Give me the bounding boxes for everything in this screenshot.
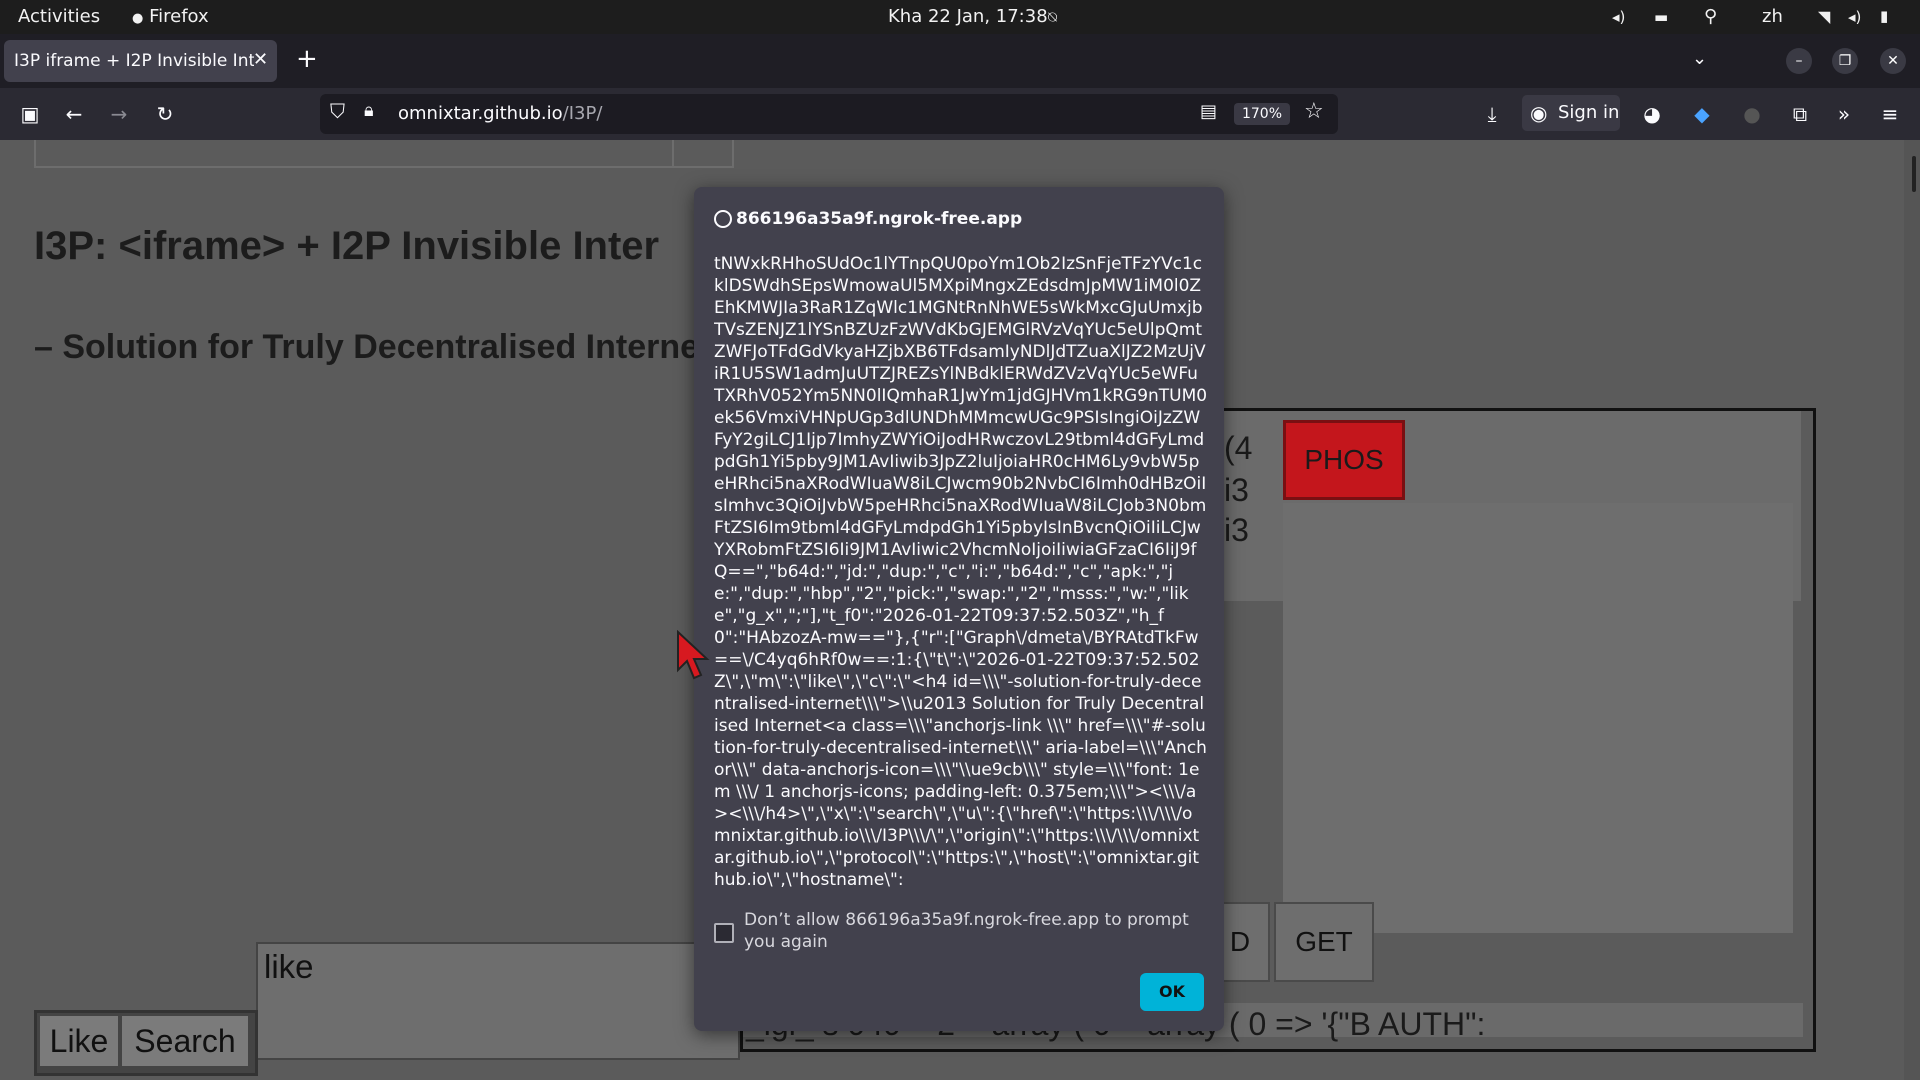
extension-owl-icon[interactable]: ◕: [1636, 98, 1668, 130]
battery-icon[interactable]: ▮: [1880, 7, 1888, 25]
new-tab-icon[interactable]: +: [296, 44, 318, 74]
tab-strip: I3P iframe + I2P Invisible Inte ✕ + ⌄ – …: [0, 34, 1920, 88]
page-title: I3P: <iframe> + I2P Invisible Inter: [34, 224, 660, 268]
tab-title: I3P iframe + I2P Invisible Inte: [14, 51, 254, 71]
iframe-text-fragment: i3: [1224, 512, 1249, 548]
system-top-bar: Activities ● Firefox Kha 22 Jan, 17:38 ⍉…: [0, 0, 1920, 34]
account-icon: ◉: [1530, 101, 1548, 125]
lock-icon[interactable]: 🔒︎: [364, 100, 374, 121]
screen-icon[interactable]: ▬: [1654, 8, 1668, 26]
close-window-icon[interactable]: ✕: [1880, 48, 1906, 74]
sign-in-label: Sign in: [1558, 102, 1620, 123]
clock[interactable]: Kha 22 Jan, 17:38: [888, 6, 1048, 27]
dialog-origin: 866196a35a9f.ngrok-free.app: [714, 209, 1022, 229]
input-divider: [672, 140, 674, 166]
zoom-level[interactable]: 170%: [1234, 103, 1290, 125]
dialog-origin-text: 866196a35a9f.ngrok-free.app: [736, 209, 1023, 229]
extension-map-pin-icon[interactable]: ◆: [1686, 98, 1718, 130]
restore-icon[interactable]: ❐: [1832, 48, 1858, 74]
iframe-panel-right: [1283, 503, 1793, 933]
wifi-icon[interactable]: ◥: [1818, 7, 1830, 26]
overflow-chevrons-icon[interactable]: »: [1828, 98, 1860, 130]
sign-in-button[interactable]: ◉ Sign in: [1522, 95, 1620, 131]
accessibility-icon[interactable]: ⚲: [1704, 6, 1717, 27]
volume-low-icon[interactable]: ◂): [1612, 8, 1625, 26]
activities-button[interactable]: Activities: [18, 6, 100, 27]
scrollbar-thumb[interactable]: [1912, 156, 1916, 192]
bookmark-star-icon[interactable]: ☆: [1304, 99, 1324, 124]
page-subtitle: – Solution for Truly Decentralised Inter…: [34, 328, 700, 366]
iframe-text-fragment: (4: [1224, 430, 1253, 466]
minimize-icon[interactable]: –: [1786, 48, 1812, 74]
back-icon[interactable]: ←: [58, 98, 90, 130]
tab-close-icon[interactable]: ✕: [253, 49, 268, 70]
reload-icon[interactable]: ↻: [149, 98, 181, 130]
dont-allow-checkbox[interactable]: [714, 923, 734, 943]
prompt-dialog: 866196a35a9f.ngrok-free.app tNWxkRHhoSUd…: [694, 187, 1224, 1031]
sidebar-icon[interactable]: ▣: [14, 98, 46, 130]
firefox-icon: ●: [132, 11, 144, 26]
tab-active[interactable]: I3P iframe + I2P Invisible Inte ✕: [4, 40, 277, 82]
iframe-text-fragment: i3: [1224, 472, 1249, 508]
ok-button[interactable]: OK: [1140, 973, 1204, 1011]
tab-list-chevron-icon[interactable]: ⌄: [1692, 48, 1707, 69]
extensions-puzzle-icon[interactable]: ⧉: [1784, 98, 1816, 130]
dont-allow-label[interactable]: Don’t allow 866196a35a9f.ngrok-free.app …: [744, 909, 1204, 953]
get-button[interactable]: GET: [1274, 902, 1374, 982]
message-textarea[interactable]: like: [256, 942, 740, 1060]
action-button-row: Like Search: [34, 1010, 258, 1076]
extension-grey-icon[interactable]: ●: [1736, 98, 1768, 130]
url-path: /I3P/: [562, 103, 603, 124]
input-method[interactable]: zh: [1762, 6, 1783, 27]
forward-icon[interactable]: →: [103, 98, 135, 130]
search-button[interactable]: Search: [122, 1016, 248, 1066]
url-text[interactable]: omnixtar.github.io/I3P/: [398, 103, 602, 124]
url-host: omnixtar.github.io: [398, 103, 563, 124]
volume-icon[interactable]: ◂): [1848, 8, 1861, 26]
globe-icon: [714, 210, 732, 228]
url-bar[interactable]: ⛉ 🔒︎ omnixtar.github.io/I3P/ ▤ 170% ☆: [320, 94, 1338, 134]
shield-icon[interactable]: ⛉: [330, 99, 345, 123]
mouse-cursor-icon: [677, 630, 710, 680]
top-input-remnant[interactable]: [34, 140, 734, 168]
app-name: Firefox: [149, 6, 209, 27]
downloads-icon[interactable]: ⤓: [1476, 98, 1508, 130]
textarea-value: like: [264, 948, 314, 985]
hamburger-menu-icon[interactable]: ≡: [1874, 98, 1906, 130]
navigation-toolbar: ▣ ← → ↻ ⛉ 🔒︎ omnixtar.github.io/I3P/ ▤ 1…: [0, 88, 1920, 140]
app-menu[interactable]: ● Firefox: [132, 6, 209, 27]
reader-view-icon[interactable]: ▤: [1200, 101, 1217, 122]
alarm-bell-icon: ⍉: [1048, 8, 1058, 26]
phos-button[interactable]: PHOS: [1283, 420, 1405, 500]
like-button[interactable]: Like: [40, 1016, 118, 1066]
page-scrollbar[interactable]: [1904, 140, 1920, 1080]
dialog-message: tNWxkRHhoSUdOc1lYTnpQU0poYm1Ob2IzSnFjeTF…: [714, 254, 1208, 887]
